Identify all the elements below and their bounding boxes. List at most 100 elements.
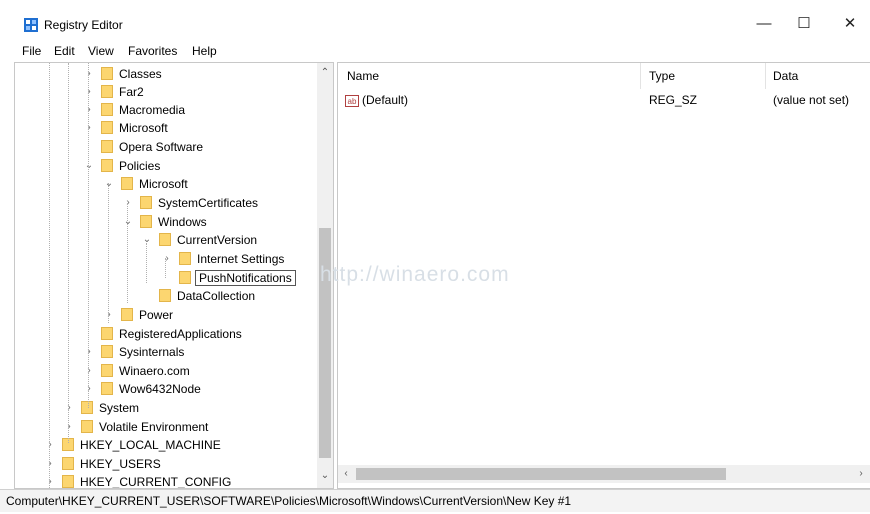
expand-right-icon[interactable]: ›: [63, 418, 75, 436]
folder-icon: [159, 289, 171, 302]
tree-guide-line: [49, 63, 50, 488]
value-name: (Default): [362, 93, 409, 107]
tree-hive-item[interactable]: › HKEY_LOCAL_MACHINE: [44, 436, 221, 454]
column-separator[interactable]: [765, 63, 766, 89]
rename-key-input[interactable]: PushNotifications: [195, 270, 296, 286]
folder-icon: [101, 159, 113, 172]
tree-key-item[interactable]: DataCollection: [141, 287, 255, 305]
tree-key-item[interactable]: › Volatile Environment: [63, 418, 208, 436]
tree-item-label: Macromedia: [119, 103, 186, 117]
tree-key-item[interactable]: ⌄ Microsoft: [103, 175, 188, 193]
maximize-button[interactable]: ☐: [784, 12, 824, 36]
tree-item-label: HKEY_LOCAL_MACHINE: [80, 438, 221, 452]
tree-item-label: HKEY_CURRENT_CONFIG: [80, 475, 232, 489]
tree-key-item[interactable]: › Power: [103, 306, 173, 324]
tree-key-item[interactable]: › Wow6432Node: [83, 380, 201, 398]
tree-item-label: Volatile Environment: [99, 420, 209, 434]
tree-hive-item[interactable]: › HKEY_USERS: [44, 455, 161, 473]
tree-key-item[interactable]: › Microsoft: [83, 119, 168, 137]
tree-item-label: Policies: [119, 159, 161, 173]
tree-guide-line: [108, 183, 109, 323]
tree-item-label: System: [99, 401, 140, 415]
menu-edit[interactable]: Edit: [54, 44, 75, 58]
tree-item-label: Classes: [119, 67, 162, 81]
expand-right-icon[interactable]: ›: [83, 380, 95, 398]
tree-key-item[interactable]: RegisteredApplications: [83, 325, 242, 343]
key-tree-pane: › Classes › Far2 › Macromedia › Microsoft Opera …: [14, 62, 334, 489]
tree-key-item[interactable]: PushNotifications: [161, 269, 296, 287]
menu-help[interactable]: Help: [192, 44, 217, 58]
tree-guide-line: [88, 63, 89, 408]
tree-item-label: Opera Software: [119, 140, 204, 154]
expand-down-icon[interactable]: ⌄: [141, 231, 153, 249]
expand-right-icon[interactable]: ›: [44, 436, 56, 454]
scroll-up-icon[interactable]: ⌃: [317, 65, 333, 81]
expand-right-icon[interactable]: ›: [83, 362, 95, 380]
close-button[interactable]: ✕: [830, 12, 870, 36]
tree-key-item[interactable]: › Macromedia: [83, 101, 185, 119]
tree-guide-line: [68, 63, 69, 443]
expand-down-icon[interactable]: ⌄: [122, 213, 134, 231]
column-separator[interactable]: [640, 63, 641, 89]
folder-icon: [101, 345, 113, 358]
tree-key-item[interactable]: ⌄ Policies: [83, 157, 160, 175]
tree-key-item[interactable]: › System: [63, 399, 139, 417]
folder-icon: [121, 177, 133, 190]
tree-key-item[interactable]: › Sysinternals: [83, 343, 184, 361]
list-scroll-thumb[interactable]: [356, 468, 726, 480]
watermark: http://winaero.com: [320, 263, 510, 286]
tree-item-label: Microsoft: [139, 177, 188, 191]
tree-item-label: Microsoft: [119, 121, 168, 135]
folder-icon: [101, 67, 113, 80]
list-horizontal-scrollbar[interactable]: ‹ ›: [338, 465, 870, 483]
tree-guide-line: [127, 203, 128, 303]
expand-right-icon[interactable]: ›: [83, 83, 95, 101]
tree-key-item[interactable]: › Winaero.com: [83, 362, 190, 380]
expand-right-icon[interactable]: ›: [161, 250, 173, 268]
expand-right-icon[interactable]: ›: [83, 65, 95, 83]
tree-key-item[interactable]: › Classes: [83, 65, 162, 83]
expand-right-icon[interactable]: ›: [44, 455, 56, 473]
tree-key-item[interactable]: ⌄ Windows: [122, 213, 207, 231]
expand-right-icon[interactable]: ›: [122, 194, 134, 212]
folder-icon: [101, 382, 113, 395]
tree-item-label: HKEY_USERS: [80, 457, 161, 471]
column-header-type[interactable]: Type: [649, 69, 675, 83]
folder-icon: [121, 308, 133, 321]
expand-down-icon[interactable]: ⌄: [103, 175, 115, 193]
expand-right-icon[interactable]: ›: [103, 306, 115, 324]
tree-key-item[interactable]: › Far2: [83, 83, 144, 101]
tree-item-label: Internet Settings: [197, 252, 285, 266]
tree-hive-item[interactable]: › HKEY_CURRENT_CONFIG: [44, 473, 232, 489]
minimize-button[interactable]: —: [744, 12, 784, 36]
tree-item-label: Far2: [119, 85, 144, 99]
menu-favorites[interactable]: Favorites: [128, 44, 177, 58]
tree-item-label: Sysinternals: [119, 345, 185, 359]
tree-key-item[interactable]: › SystemCertificates: [122, 194, 258, 212]
column-header-name[interactable]: Name: [347, 69, 379, 83]
scroll-right-icon[interactable]: ›: [853, 466, 869, 482]
tree-key-item[interactable]: ⌄ CurrentVersion: [141, 231, 257, 249]
scroll-down-icon[interactable]: ⌄: [317, 468, 333, 484]
expand-right-icon[interactable]: ›: [44, 473, 56, 488]
tree-key-item[interactable]: Opera Software: [83, 138, 203, 156]
tree-item-label: Windows: [158, 215, 207, 229]
tree-item-label: DataCollection: [177, 289, 256, 303]
tree-item-label: SystemCertificates: [158, 196, 259, 210]
expand-right-icon[interactable]: ›: [63, 399, 75, 417]
value-row-default[interactable]: ab (Default): [345, 91, 408, 109]
menu-view[interactable]: View: [88, 44, 114, 58]
expand-right-icon[interactable]: ›: [83, 343, 95, 361]
window-title: Registry Editor: [44, 18, 123, 32]
expand-right-icon[interactable]: ›: [83, 101, 95, 119]
expand-down-icon[interactable]: ⌄: [83, 157, 95, 175]
scroll-left-icon[interactable]: ‹: [338, 466, 354, 482]
menu-file[interactable]: File: [22, 44, 41, 58]
folder-icon: [101, 121, 113, 134]
expand-right-icon[interactable]: ›: [83, 119, 95, 137]
tree-key-item[interactable]: › Internet Settings: [161, 250, 284, 268]
column-header-data[interactable]: Data: [773, 69, 798, 83]
status-bar: Computer\HKEY_CURRENT_USER\SOFTWARE\Poli…: [0, 489, 870, 512]
tree-item-label: RegisteredApplications: [119, 327, 242, 341]
tree-item-label: Winaero.com: [119, 364, 190, 378]
